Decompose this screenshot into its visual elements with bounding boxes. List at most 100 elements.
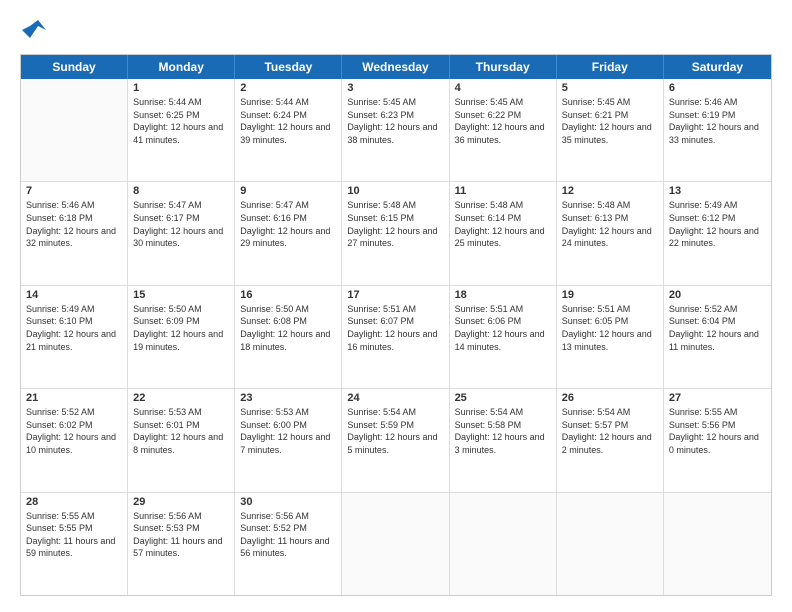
- calendar-row-5: 28 Sunrise: 5:55 AMSunset: 5:55 PMDayligh…: [21, 492, 771, 595]
- calendar-cell: 14 Sunrise: 5:49 AMSunset: 6:10 PMDayligh…: [21, 286, 128, 388]
- day-number: 5: [562, 82, 658, 94]
- calendar-cell: 26 Sunrise: 5:54 AMSunset: 5:57 PMDayligh…: [557, 389, 664, 491]
- calendar-cell: 29 Sunrise: 5:56 AMSunset: 5:53 PMDayligh…: [128, 493, 235, 595]
- day-number: 8: [133, 185, 229, 197]
- sun-info: Sunrise: 5:51 AMSunset: 6:06 PMDaylight:…: [455, 303, 551, 353]
- day-header-friday: Friday: [557, 55, 664, 79]
- logo-icon: [20, 16, 48, 44]
- calendar-row-4: 21 Sunrise: 5:52 AMSunset: 6:02 PMDayligh…: [21, 388, 771, 491]
- sun-info: Sunrise: 5:48 AMSunset: 6:13 PMDaylight:…: [562, 199, 658, 249]
- calendar-cell: 9Sunrise: 5:47 AMSunset: 6:16 PMDaylight…: [235, 182, 342, 284]
- day-number: 10: [347, 185, 443, 197]
- day-number: 30: [240, 496, 336, 508]
- sun-info: Sunrise: 5:56 AMSunset: 5:52 PMDaylight:…: [240, 510, 336, 560]
- day-number: 21: [26, 392, 122, 404]
- day-number: 15: [133, 289, 229, 301]
- day-number: 20: [669, 289, 766, 301]
- sun-info: Sunrise: 5:53 AMSunset: 6:01 PMDaylight:…: [133, 406, 229, 456]
- sun-info: Sunrise: 5:55 AMSunset: 5:55 PMDaylight:…: [26, 510, 122, 560]
- calendar-row-3: 14 Sunrise: 5:49 AMSunset: 6:10 PMDayligh…: [21, 285, 771, 388]
- calendar: SundayMondayTuesdayWednesdayThursdayFrid…: [20, 54, 772, 596]
- calendar-cell: [342, 493, 449, 595]
- day-header-saturday: Saturday: [664, 55, 771, 79]
- sun-info: Sunrise: 5:50 AMSunset: 6:08 PMDaylight:…: [240, 303, 336, 353]
- sun-info: Sunrise: 5:44 AMSunset: 6:24 PMDaylight:…: [240, 96, 336, 146]
- calendar-cell: 2 Sunrise: 5:44 AMSunset: 6:24 PMDaylight…: [235, 79, 342, 181]
- day-number: 27: [669, 392, 766, 404]
- day-header-sunday: Sunday: [21, 55, 128, 79]
- day-number: 14: [26, 289, 122, 301]
- sun-info: Sunrise: 5:50 AMSunset: 6:09 PMDaylight:…: [133, 303, 229, 353]
- calendar-cell: 21 Sunrise: 5:52 AMSunset: 6:02 PMDayligh…: [21, 389, 128, 491]
- sun-info: Sunrise: 5:53 AMSunset: 6:00 PMDaylight:…: [240, 406, 336, 456]
- day-number: 25: [455, 392, 551, 404]
- sun-info: Sunrise: 5:48 AMSunset: 6:14 PMDaylight:…: [455, 199, 551, 249]
- calendar-cell: 27 Sunrise: 5:55 AMSunset: 5:56 PMDayligh…: [664, 389, 771, 491]
- sun-info: Sunrise: 5:51 AMSunset: 6:05 PMDaylight:…: [562, 303, 658, 353]
- calendar-cell: 7 Sunrise: 5:46 AMSunset: 6:18 PMDaylight…: [21, 182, 128, 284]
- day-number: 23: [240, 392, 336, 404]
- sun-info: Sunrise: 5:51 AMSunset: 6:07 PMDaylight:…: [347, 303, 443, 353]
- day-header-tuesday: Tuesday: [235, 55, 342, 79]
- sun-info: Sunrise: 5:54 AMSunset: 5:58 PMDaylight:…: [455, 406, 551, 456]
- calendar-cell: 16 Sunrise: 5:50 AMSunset: 6:08 PMDayligh…: [235, 286, 342, 388]
- sun-info: Sunrise: 5:45 AMSunset: 6:22 PMDaylight:…: [455, 96, 551, 146]
- day-number: 24: [347, 392, 443, 404]
- sun-info: Sunrise: 5:49 AMSunset: 6:12 PMDaylight:…: [669, 199, 766, 249]
- sun-info: Sunrise: 5:52 AMSunset: 6:02 PMDaylight:…: [26, 406, 122, 456]
- day-number: 13: [669, 185, 766, 197]
- calendar-cell: 11 Sunrise: 5:48 AMSunset: 6:14 PMDayligh…: [450, 182, 557, 284]
- calendar-cell: 30 Sunrise: 5:56 AMSunset: 5:52 PMDayligh…: [235, 493, 342, 595]
- sun-info: Sunrise: 5:45 AMSunset: 6:21 PMDaylight:…: [562, 96, 658, 146]
- calendar-cell: [557, 493, 664, 595]
- calendar-cell: 4 Sunrise: 5:45 AMSunset: 6:22 PMDaylight…: [450, 79, 557, 181]
- sun-info: Sunrise: 5:49 AMSunset: 6:10 PMDaylight:…: [26, 303, 122, 353]
- calendar-cell: [450, 493, 557, 595]
- calendar-cell: 8 Sunrise: 5:47 AMSunset: 6:17 PMDaylight…: [128, 182, 235, 284]
- sun-info: Sunrise: 5:55 AMSunset: 5:56 PMDaylight:…: [669, 406, 766, 456]
- sun-info: Sunrise: 5:56 AMSunset: 5:53 PMDaylight:…: [133, 510, 229, 560]
- sun-info: Sunrise: 5:44 AMSunset: 6:25 PMDaylight:…: [133, 96, 229, 146]
- calendar-cell: 3Sunrise: 5:45 AMSunset: 6:23 PMDaylight…: [342, 79, 449, 181]
- sun-info: Sunrise: 5:48 AMSunset: 6:15 PMDaylight:…: [347, 199, 443, 249]
- day-number: 17: [347, 289, 443, 301]
- day-number: 4: [455, 82, 551, 94]
- sun-info: Sunrise: 5:54 AMSunset: 5:57 PMDaylight:…: [562, 406, 658, 456]
- day-number: 22: [133, 392, 229, 404]
- day-number: 11: [455, 185, 551, 197]
- day-number: 19: [562, 289, 658, 301]
- day-number: 26: [562, 392, 658, 404]
- logo: [20, 16, 52, 44]
- day-number: 28: [26, 496, 122, 508]
- day-number: 7: [26, 185, 122, 197]
- sun-info: Sunrise: 5:54 AMSunset: 5:59 PMDaylight:…: [347, 406, 443, 456]
- calendar-cell: 13 Sunrise: 5:49 AMSunset: 6:12 PMDayligh…: [664, 182, 771, 284]
- day-number: 29: [133, 496, 229, 508]
- calendar-cell: 15 Sunrise: 5:50 AMSunset: 6:09 PMDayligh…: [128, 286, 235, 388]
- calendar-body: 1 Sunrise: 5:44 AMSunset: 6:25 PMDaylight…: [21, 79, 771, 595]
- calendar-cell: 17 Sunrise: 5:51 AMSunset: 6:07 PMDayligh…: [342, 286, 449, 388]
- calendar-cell: 10 Sunrise: 5:48 AMSunset: 6:15 PMDayligh…: [342, 182, 449, 284]
- day-number: 3: [347, 82, 443, 94]
- day-number: 1: [133, 82, 229, 94]
- calendar-cell: 19 Sunrise: 5:51 AMSunset: 6:05 PMDayligh…: [557, 286, 664, 388]
- calendar-cell: 25 Sunrise: 5:54 AMSunset: 5:58 PMDayligh…: [450, 389, 557, 491]
- day-number: 6: [669, 82, 766, 94]
- calendar-cell: 28 Sunrise: 5:55 AMSunset: 5:55 PMDayligh…: [21, 493, 128, 595]
- day-header-monday: Monday: [128, 55, 235, 79]
- sun-info: Sunrise: 5:46 AMSunset: 6:18 PMDaylight:…: [26, 199, 122, 249]
- day-header-wednesday: Wednesday: [342, 55, 449, 79]
- calendar-cell: 1 Sunrise: 5:44 AMSunset: 6:25 PMDaylight…: [128, 79, 235, 181]
- day-number: 16: [240, 289, 336, 301]
- day-number: 2: [240, 82, 336, 94]
- sun-info: Sunrise: 5:47 AMSunset: 6:16 PMDaylight:…: [240, 199, 336, 249]
- day-number: 18: [455, 289, 551, 301]
- calendar-cell: [664, 493, 771, 595]
- page: SundayMondayTuesdayWednesdayThursdayFrid…: [0, 0, 792, 612]
- calendar-cell: 6 Sunrise: 5:46 AMSunset: 6:19 PMDaylight…: [664, 79, 771, 181]
- calendar-cell: 22 Sunrise: 5:53 AMSunset: 6:01 PMDayligh…: [128, 389, 235, 491]
- sun-info: Sunrise: 5:46 AMSunset: 6:19 PMDaylight:…: [669, 96, 766, 146]
- sun-info: Sunrise: 5:47 AMSunset: 6:17 PMDaylight:…: [133, 199, 229, 249]
- calendar-cell: 18 Sunrise: 5:51 AMSunset: 6:06 PMDayligh…: [450, 286, 557, 388]
- calendar-cell: 23 Sunrise: 5:53 AMSunset: 6:00 PMDayligh…: [235, 389, 342, 491]
